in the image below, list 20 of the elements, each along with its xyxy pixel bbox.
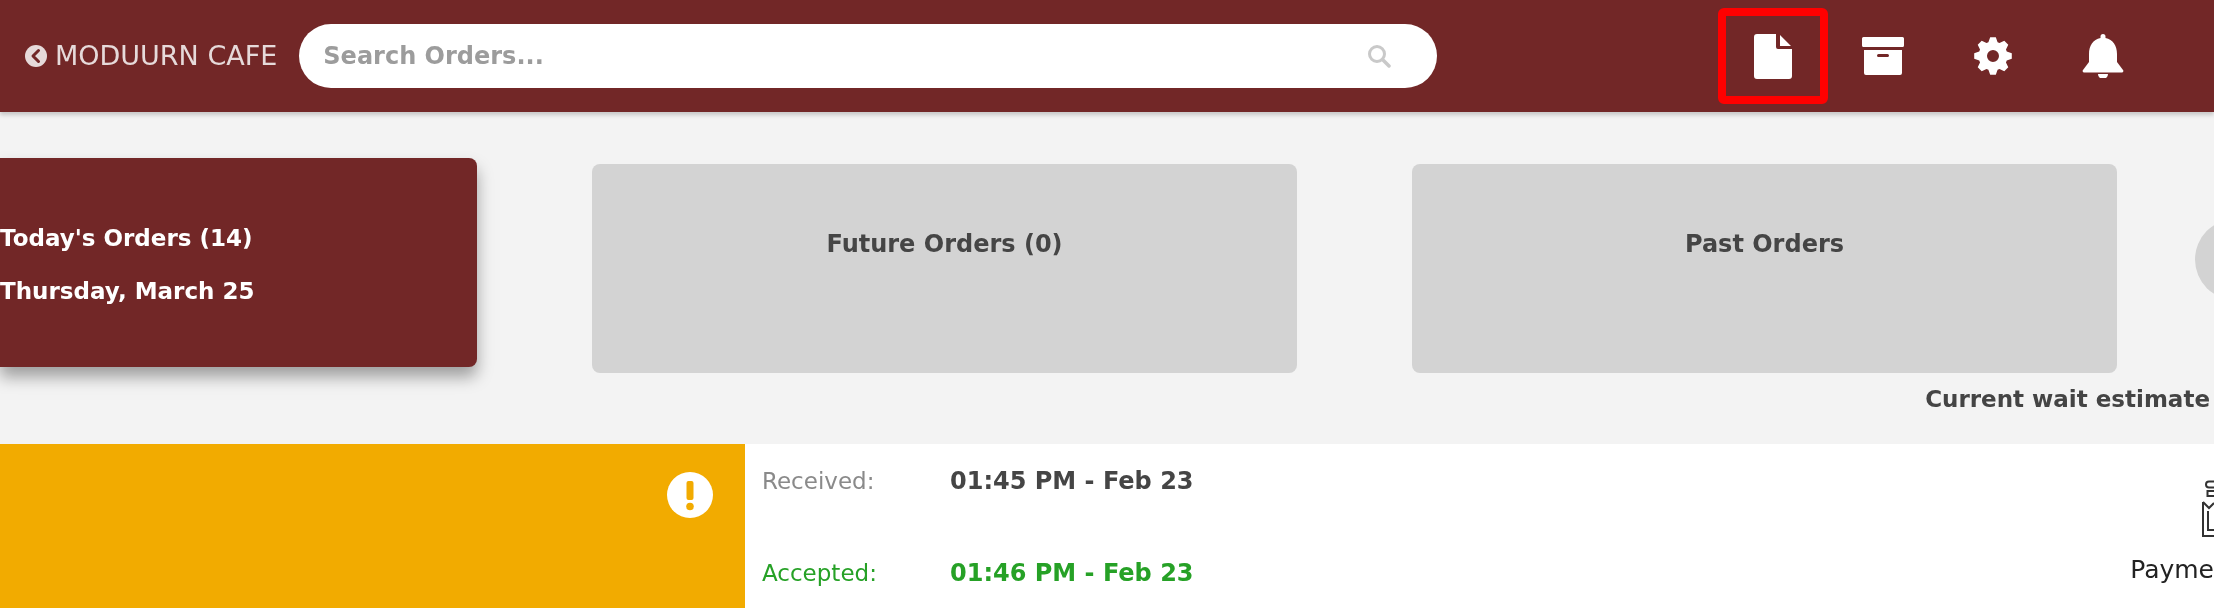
payment-label: Payme bbox=[2130, 555, 2214, 585]
archive-box-icon bbox=[1862, 37, 1904, 75]
event-label: Received: bbox=[762, 467, 876, 496]
orders-tab[interactable]: Today's Orders (14) Thursday, March 25 bbox=[0, 158, 477, 367]
search-field[interactable]: Search Orders... bbox=[299, 24, 1438, 88]
orders-tab[interactable]: Future Orders (0) bbox=[592, 164, 1297, 373]
bell-icon bbox=[2082, 34, 2124, 78]
event-time: 01:46 PM - Feb 23 bbox=[950, 558, 1194, 588]
wait-estimate-label: Current wait estimate bbox=[1925, 386, 2210, 412]
document-button[interactable] bbox=[1718, 8, 1828, 104]
clipboard-icon bbox=[2202, 480, 2214, 537]
exclamation-icon bbox=[667, 472, 713, 518]
back-link[interactable]: MODUURN CAFE bbox=[25, 41, 278, 71]
settings-icon bbox=[1974, 37, 2012, 75]
search-icon bbox=[1367, 44, 1392, 68]
event-label: Accepted: bbox=[762, 559, 878, 588]
document-icon bbox=[1754, 33, 1792, 79]
event-time: 01:45 PM - Feb 23 bbox=[950, 466, 1194, 496]
orders-tab[interactable]: Past Orders bbox=[1412, 164, 2117, 373]
back-icon bbox=[25, 45, 47, 67]
